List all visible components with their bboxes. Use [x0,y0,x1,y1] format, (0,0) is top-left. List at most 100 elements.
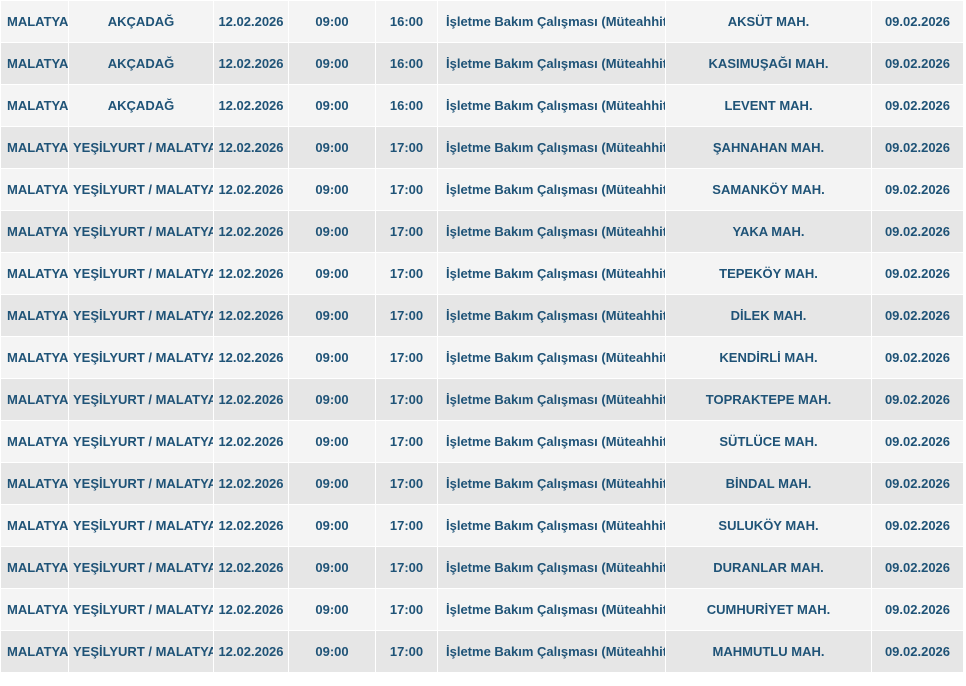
district-cell: YEŞİLYURT / MALATYA [68,336,214,379]
province-cell: MALATYA [0,126,69,169]
outage-date-cell: 12.02.2026 [213,546,289,589]
table-row: MALATYA YEŞİLYURT / MALATYA 12.02.2026 09:0… [0,504,964,547]
announcement-date-cell: 09.02.2026 [871,210,964,253]
announcement-date-cell: 09.02.2026 [871,378,964,421]
end-time-cell: 16:00 [375,84,438,127]
neighborhood-cell: AKSÜT MAH. [665,0,872,43]
district-cell: YEŞİLYURT / MALATYA [68,210,214,253]
end-time-cell: 17:00 [375,462,438,505]
start-time-cell: 09:00 [288,252,376,295]
table-row: MALATYA YEŞİLYURT / MALATYA 12.02.2026 09:0… [0,588,964,631]
table-row: MALATYA YEŞİLYURT / MALATYA 12.02.2026 09:0… [0,168,964,211]
neighborhood-cell: TOPRAKTEPE MAH. [665,378,872,421]
province-cell: MALATYA [0,420,69,463]
end-time-cell: 17:00 [375,504,438,547]
end-time-cell: 16:00 [375,0,438,43]
district-cell: YEŞİLYURT / MALATYA [68,168,214,211]
outage-date-cell: 12.02.2026 [213,504,289,547]
end-time-cell: 17:00 [375,546,438,589]
outage-date-cell: 12.02.2026 [213,252,289,295]
announcement-date-cell: 09.02.2026 [871,252,964,295]
start-time-cell: 09:00 [288,0,376,43]
district-cell: YEŞİLYURT / MALATYA [68,420,214,463]
table-row: MALATYA YEŞİLYURT / MALATYA 12.02.2026 09:0… [0,210,964,253]
reason-cell: İşletme Bakım Çalışması (Müteahhit) [437,378,666,421]
neighborhood-cell: KASIMUŞAĞI MAH. [665,42,872,85]
province-cell: MALATYA [0,252,69,295]
outage-date-cell: 12.02.2026 [213,126,289,169]
start-time-cell: 09:00 [288,84,376,127]
district-cell: YEŞİLYURT / MALATYA [68,504,214,547]
neighborhood-cell: ŞAHNAHAN MAH. [665,126,872,169]
reason-cell: İşletme Bakım Çalışması (Müteahhit) [437,0,666,43]
end-time-cell: 17:00 [375,630,438,673]
outage-date-cell: 12.02.2026 [213,0,289,43]
province-cell: MALATYA [0,336,69,379]
table-row: MALATYA YEŞİLYURT / MALATYA 12.02.2026 09:0… [0,462,964,505]
reason-cell: İşletme Bakım Çalışması (Müteahhit) [437,504,666,547]
province-cell: MALATYA [0,630,69,673]
district-cell: YEŞİLYURT / MALATYA [68,630,214,673]
district-cell: AKÇADAĞ [68,42,214,85]
reason-cell: İşletme Bakım Çalışması (Müteahhit) [437,588,666,631]
neighborhood-cell: LEVENT MAH. [665,84,872,127]
outage-date-cell: 12.02.2026 [213,42,289,85]
district-cell: YEŞİLYURT / MALATYA [68,126,214,169]
province-cell: MALATYA [0,504,69,547]
end-time-cell: 17:00 [375,294,438,337]
neighborhood-cell: YAKA MAH. [665,210,872,253]
province-cell: MALATYA [0,84,69,127]
district-cell: AKÇADAĞ [68,84,214,127]
province-cell: MALATYA [0,378,69,421]
neighborhood-cell: SÜTLÜCE MAH. [665,420,872,463]
table-row: MALATYA YEŞİLYURT / MALATYA 12.02.2026 09:0… [0,336,964,379]
start-time-cell: 09:00 [288,126,376,169]
reason-cell: İşletme Bakım Çalışması (Müteahhit) [437,336,666,379]
district-cell: YEŞİLYURT / MALATYA [68,588,214,631]
district-cell: YEŞİLYURT / MALATYA [68,294,214,337]
district-cell: YEŞİLYURT / MALATYA [68,252,214,295]
start-time-cell: 09:00 [288,546,376,589]
announcement-date-cell: 09.02.2026 [871,168,964,211]
neighborhood-cell: TEPEKÖY MAH. [665,252,872,295]
neighborhood-cell: BİNDAL MAH. [665,462,872,505]
start-time-cell: 09:00 [288,504,376,547]
province-cell: MALATYA [0,546,69,589]
start-time-cell: 09:00 [288,294,376,337]
outage-date-cell: 12.02.2026 [213,294,289,337]
announcement-date-cell: 09.02.2026 [871,336,964,379]
reason-cell: İşletme Bakım Çalışması (Müteahhit) [437,420,666,463]
table-row: MALATYA YEŞİLYURT / MALATYA 12.02.2026 09:0… [0,126,964,169]
reason-cell: İşletme Bakım Çalışması (Müteahhit) [437,630,666,673]
reason-cell: İşletme Bakım Çalışması (Müteahhit) [437,126,666,169]
start-time-cell: 09:00 [288,420,376,463]
outage-table-body: MALATYA AKÇADAĞ 12.02.2026 09:00 16:00 İşletm… [0,0,964,673]
outage-date-cell: 12.02.2026 [213,210,289,253]
neighborhood-cell: MAHMUTLU MAH. [665,630,872,673]
neighborhood-cell: KENDİRLİ MAH. [665,336,872,379]
start-time-cell: 09:00 [288,168,376,211]
table-row: MALATYA YEŞİLYURT / MALATYA 12.02.2026 09:0… [0,546,964,589]
announcement-date-cell: 09.02.2026 [871,420,964,463]
announcement-date-cell: 09.02.2026 [871,126,964,169]
reason-cell: İşletme Bakım Çalışması (Müteahhit) [437,42,666,85]
reason-cell: İşletme Bakım Çalışması (Müteahhit) [437,210,666,253]
end-time-cell: 17:00 [375,588,438,631]
reason-cell: İşletme Bakım Çalışması (Müteahhit) [437,252,666,295]
end-time-cell: 17:00 [375,210,438,253]
announcement-date-cell: 09.02.2026 [871,504,964,547]
province-cell: MALATYA [0,588,69,631]
reason-cell: İşletme Bakım Çalışması (Müteahhit) [437,84,666,127]
end-time-cell: 16:00 [375,42,438,85]
end-time-cell: 17:00 [375,126,438,169]
outage-date-cell: 12.02.2026 [213,168,289,211]
outage-date-cell: 12.02.2026 [213,336,289,379]
district-cell: YEŞİLYURT / MALATYA [68,378,214,421]
neighborhood-cell: CUMHURİYET MAH. [665,588,872,631]
end-time-cell: 17:00 [375,420,438,463]
district-cell: YEŞİLYURT / MALATYA [68,546,214,589]
district-cell: YEŞİLYURT / MALATYA [68,462,214,505]
province-cell: MALATYA [0,0,69,43]
power-outage-table: MALATYA AKÇADAĞ 12.02.2026 09:00 16:00 İşletm… [0,0,964,673]
start-time-cell: 09:00 [288,378,376,421]
